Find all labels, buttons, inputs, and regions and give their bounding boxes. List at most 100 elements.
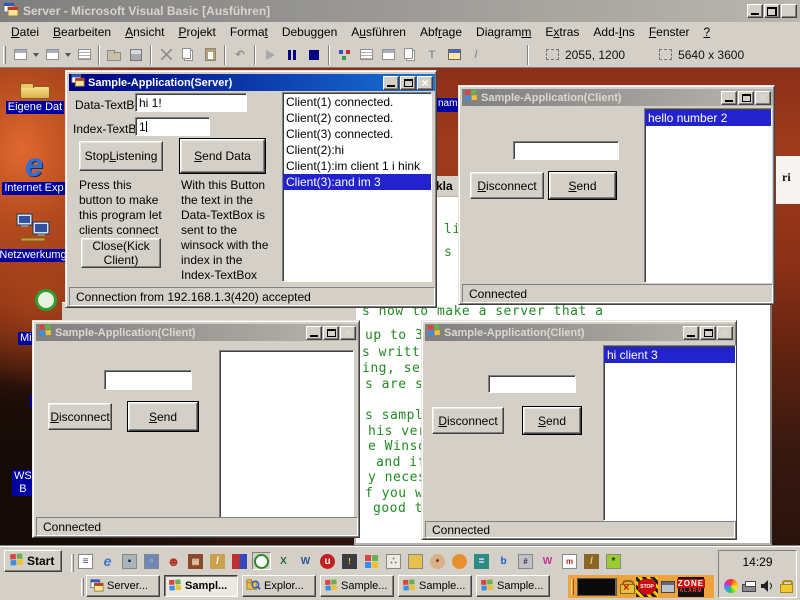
close-button[interactable] bbox=[340, 326, 356, 340]
maximize-button[interactable] bbox=[400, 76, 416, 90]
client-message-list[interactable] bbox=[219, 350, 354, 518]
menu-format[interactable]: Format bbox=[223, 23, 275, 41]
message-item[interactable]: hi client 3 bbox=[604, 347, 735, 363]
client-textbox[interactable] bbox=[488, 375, 576, 393]
menu-extras[interactable]: Extras bbox=[538, 23, 586, 41]
network-monitor-icon[interactable] bbox=[577, 578, 617, 596]
disconnect-button[interactable]: Disconnect bbox=[470, 172, 544, 199]
menu-datei[interactable]: Datei bbox=[4, 23, 46, 41]
message-item[interactable]: Client(3):and im 3 bbox=[283, 174, 431, 190]
notepad-icon[interactable]: ≡ bbox=[76, 552, 95, 570]
menu-projekt[interactable]: Projekt bbox=[171, 23, 222, 41]
client-textbox[interactable] bbox=[104, 370, 192, 390]
send-button[interactable]: Send bbox=[128, 402, 198, 431]
index-textbox[interactable]: 1 bbox=[135, 117, 210, 136]
client-message-list[interactable]: hello number 2 bbox=[644, 108, 772, 283]
cut-button-icon[interactable] bbox=[155, 44, 177, 66]
component-manager-button-icon[interactable]: / bbox=[465, 44, 487, 66]
menu-?[interactable]: ? bbox=[697, 23, 718, 41]
display-icon[interactable]: ▫ bbox=[142, 552, 161, 570]
menu-fenster[interactable]: Fenster bbox=[642, 23, 697, 41]
message-item[interactable]: Client(2):hi bbox=[283, 142, 431, 158]
client-form-titlebar[interactable]: Sample-Application(Client) bbox=[425, 324, 735, 341]
close-button[interactable] bbox=[717, 326, 733, 340]
object-browser-button-icon[interactable] bbox=[399, 44, 421, 66]
stop-listening-button[interactable]: Stop Listening bbox=[79, 141, 163, 171]
maximize-button[interactable] bbox=[738, 91, 754, 105]
explorer-folder-icon[interactable] bbox=[406, 552, 425, 570]
vb-ide-titlebar[interactable]: Server - Microsoft Visual Basic [Ausführ… bbox=[0, 0, 800, 22]
tray-clock[interactable]: 14:29 bbox=[719, 551, 796, 573]
maximize-button[interactable] bbox=[700, 326, 716, 340]
message-item[interactable]: Client(2) connected. bbox=[283, 110, 431, 126]
internet-explorer-icon[interactable]: e bbox=[98, 552, 117, 570]
properties-window-button-icon[interactable] bbox=[355, 44, 377, 66]
pause-button-icon[interactable] bbox=[281, 44, 303, 66]
client-form-titlebar[interactable]: Sample-Application(Client) bbox=[36, 324, 358, 341]
desktop-icon-ws[interactable]: WS B bbox=[12, 470, 34, 496]
close-button[interactable] bbox=[417, 76, 433, 90]
b-logo-icon[interactable]: b bbox=[494, 552, 513, 570]
paste-button-icon[interactable] bbox=[199, 44, 221, 66]
maximize-button[interactable] bbox=[323, 326, 339, 340]
client-textbox[interactable] bbox=[513, 141, 619, 160]
messenger-icon[interactable]: * bbox=[604, 552, 623, 570]
client-message-list[interactable]: hi client 3 bbox=[603, 345, 736, 521]
project-explorer-button-icon[interactable] bbox=[333, 44, 355, 66]
new-form-dropdown-icon[interactable] bbox=[31, 44, 41, 66]
ulead-icon[interactable]: u bbox=[318, 552, 337, 570]
msdn-icon[interactable]: m bbox=[560, 552, 579, 570]
minimize-button[interactable] bbox=[383, 76, 399, 90]
close-kick-client-button[interactable]: Close(Kick Client) bbox=[81, 238, 161, 268]
desktop-icon-netzwerkumgebung[interactable]: Netzwerkumg bbox=[0, 212, 66, 262]
tools-icon[interactable]: / bbox=[208, 552, 227, 570]
taskbar-button-explor[interactable]: Explor... bbox=[242, 575, 316, 597]
printer-icon[interactable] bbox=[741, 578, 757, 594]
notebook-icon[interactable]: ▤ bbox=[186, 552, 205, 570]
disconnect-button[interactable]: Disconnect bbox=[48, 403, 112, 430]
server-form-titlebar[interactable]: Sample-Application(Server) bbox=[69, 74, 435, 91]
open-project-button-icon[interactable] bbox=[103, 44, 125, 66]
new-form-button-icon[interactable] bbox=[9, 44, 31, 66]
message-item[interactable]: Client(1):im client 1 i hink bbox=[283, 158, 431, 174]
brush-icon[interactable]: / bbox=[582, 552, 601, 570]
excel-icon[interactable]: X bbox=[274, 552, 293, 570]
stop-button-icon[interactable] bbox=[303, 44, 325, 66]
toolbox-button-icon[interactable]: T bbox=[421, 44, 443, 66]
send-button[interactable]: Send bbox=[523, 407, 581, 434]
palette-icon[interactable]: • bbox=[428, 552, 447, 570]
security-lock-icon[interactable] bbox=[777, 578, 793, 594]
mailsafe-lock-icon[interactable]: × bbox=[620, 580, 633, 594]
menu-ausf-hren[interactable]: Ausführen bbox=[344, 23, 413, 41]
start-button-icon[interactable] bbox=[259, 44, 281, 66]
data-textbox[interactable]: hi 1! bbox=[135, 93, 247, 112]
volume-icon[interactable] bbox=[759, 578, 775, 594]
message-item[interactable]: Client(3) connected. bbox=[283, 126, 431, 142]
color-wheel-icon[interactable] bbox=[723, 578, 739, 594]
minimize-button[interactable] bbox=[683, 326, 699, 340]
menu-debuggen[interactable]: Debuggen bbox=[275, 23, 344, 41]
send-data-button[interactable]: Send Data bbox=[180, 139, 265, 173]
scheduler-icon[interactable] bbox=[252, 552, 271, 570]
client-form-titlebar[interactable]: Sample-Application(Client) bbox=[462, 89, 773, 106]
desktop-icon-eigene-dateien[interactable]: Eigene Dat bbox=[4, 86, 66, 114]
media-icon[interactable] bbox=[230, 552, 249, 570]
send-button[interactable]: Send bbox=[549, 172, 616, 199]
data-view-button-icon[interactable] bbox=[443, 44, 465, 66]
toolbar-grip[interactable] bbox=[81, 578, 84, 596]
shapes-icon[interactable]: ∴ bbox=[384, 552, 403, 570]
add-project-button-icon[interactable] bbox=[41, 44, 63, 66]
close-button[interactable] bbox=[755, 91, 771, 105]
minimize-button[interactable] bbox=[747, 4, 763, 18]
add-project-dropdown-icon[interactable] bbox=[63, 44, 73, 66]
taskbar-button-server[interactable]: Server... bbox=[86, 575, 160, 597]
toolbar-grip[interactable] bbox=[71, 554, 74, 572]
taskbar-button-sample[interactable]: Sample... bbox=[320, 575, 394, 597]
face-icon[interactable] bbox=[450, 552, 469, 570]
menu-add-ins[interactable]: Add-Ins bbox=[586, 23, 641, 41]
taskbar-button-sample[interactable]: Sample... bbox=[398, 575, 472, 597]
minimize-button[interactable] bbox=[306, 326, 322, 340]
form-layout-button-icon[interactable] bbox=[377, 44, 399, 66]
copy-button-icon[interactable] bbox=[177, 44, 199, 66]
server-message-list[interactable]: Client(1) connected.Client(2) connected.… bbox=[282, 92, 432, 282]
